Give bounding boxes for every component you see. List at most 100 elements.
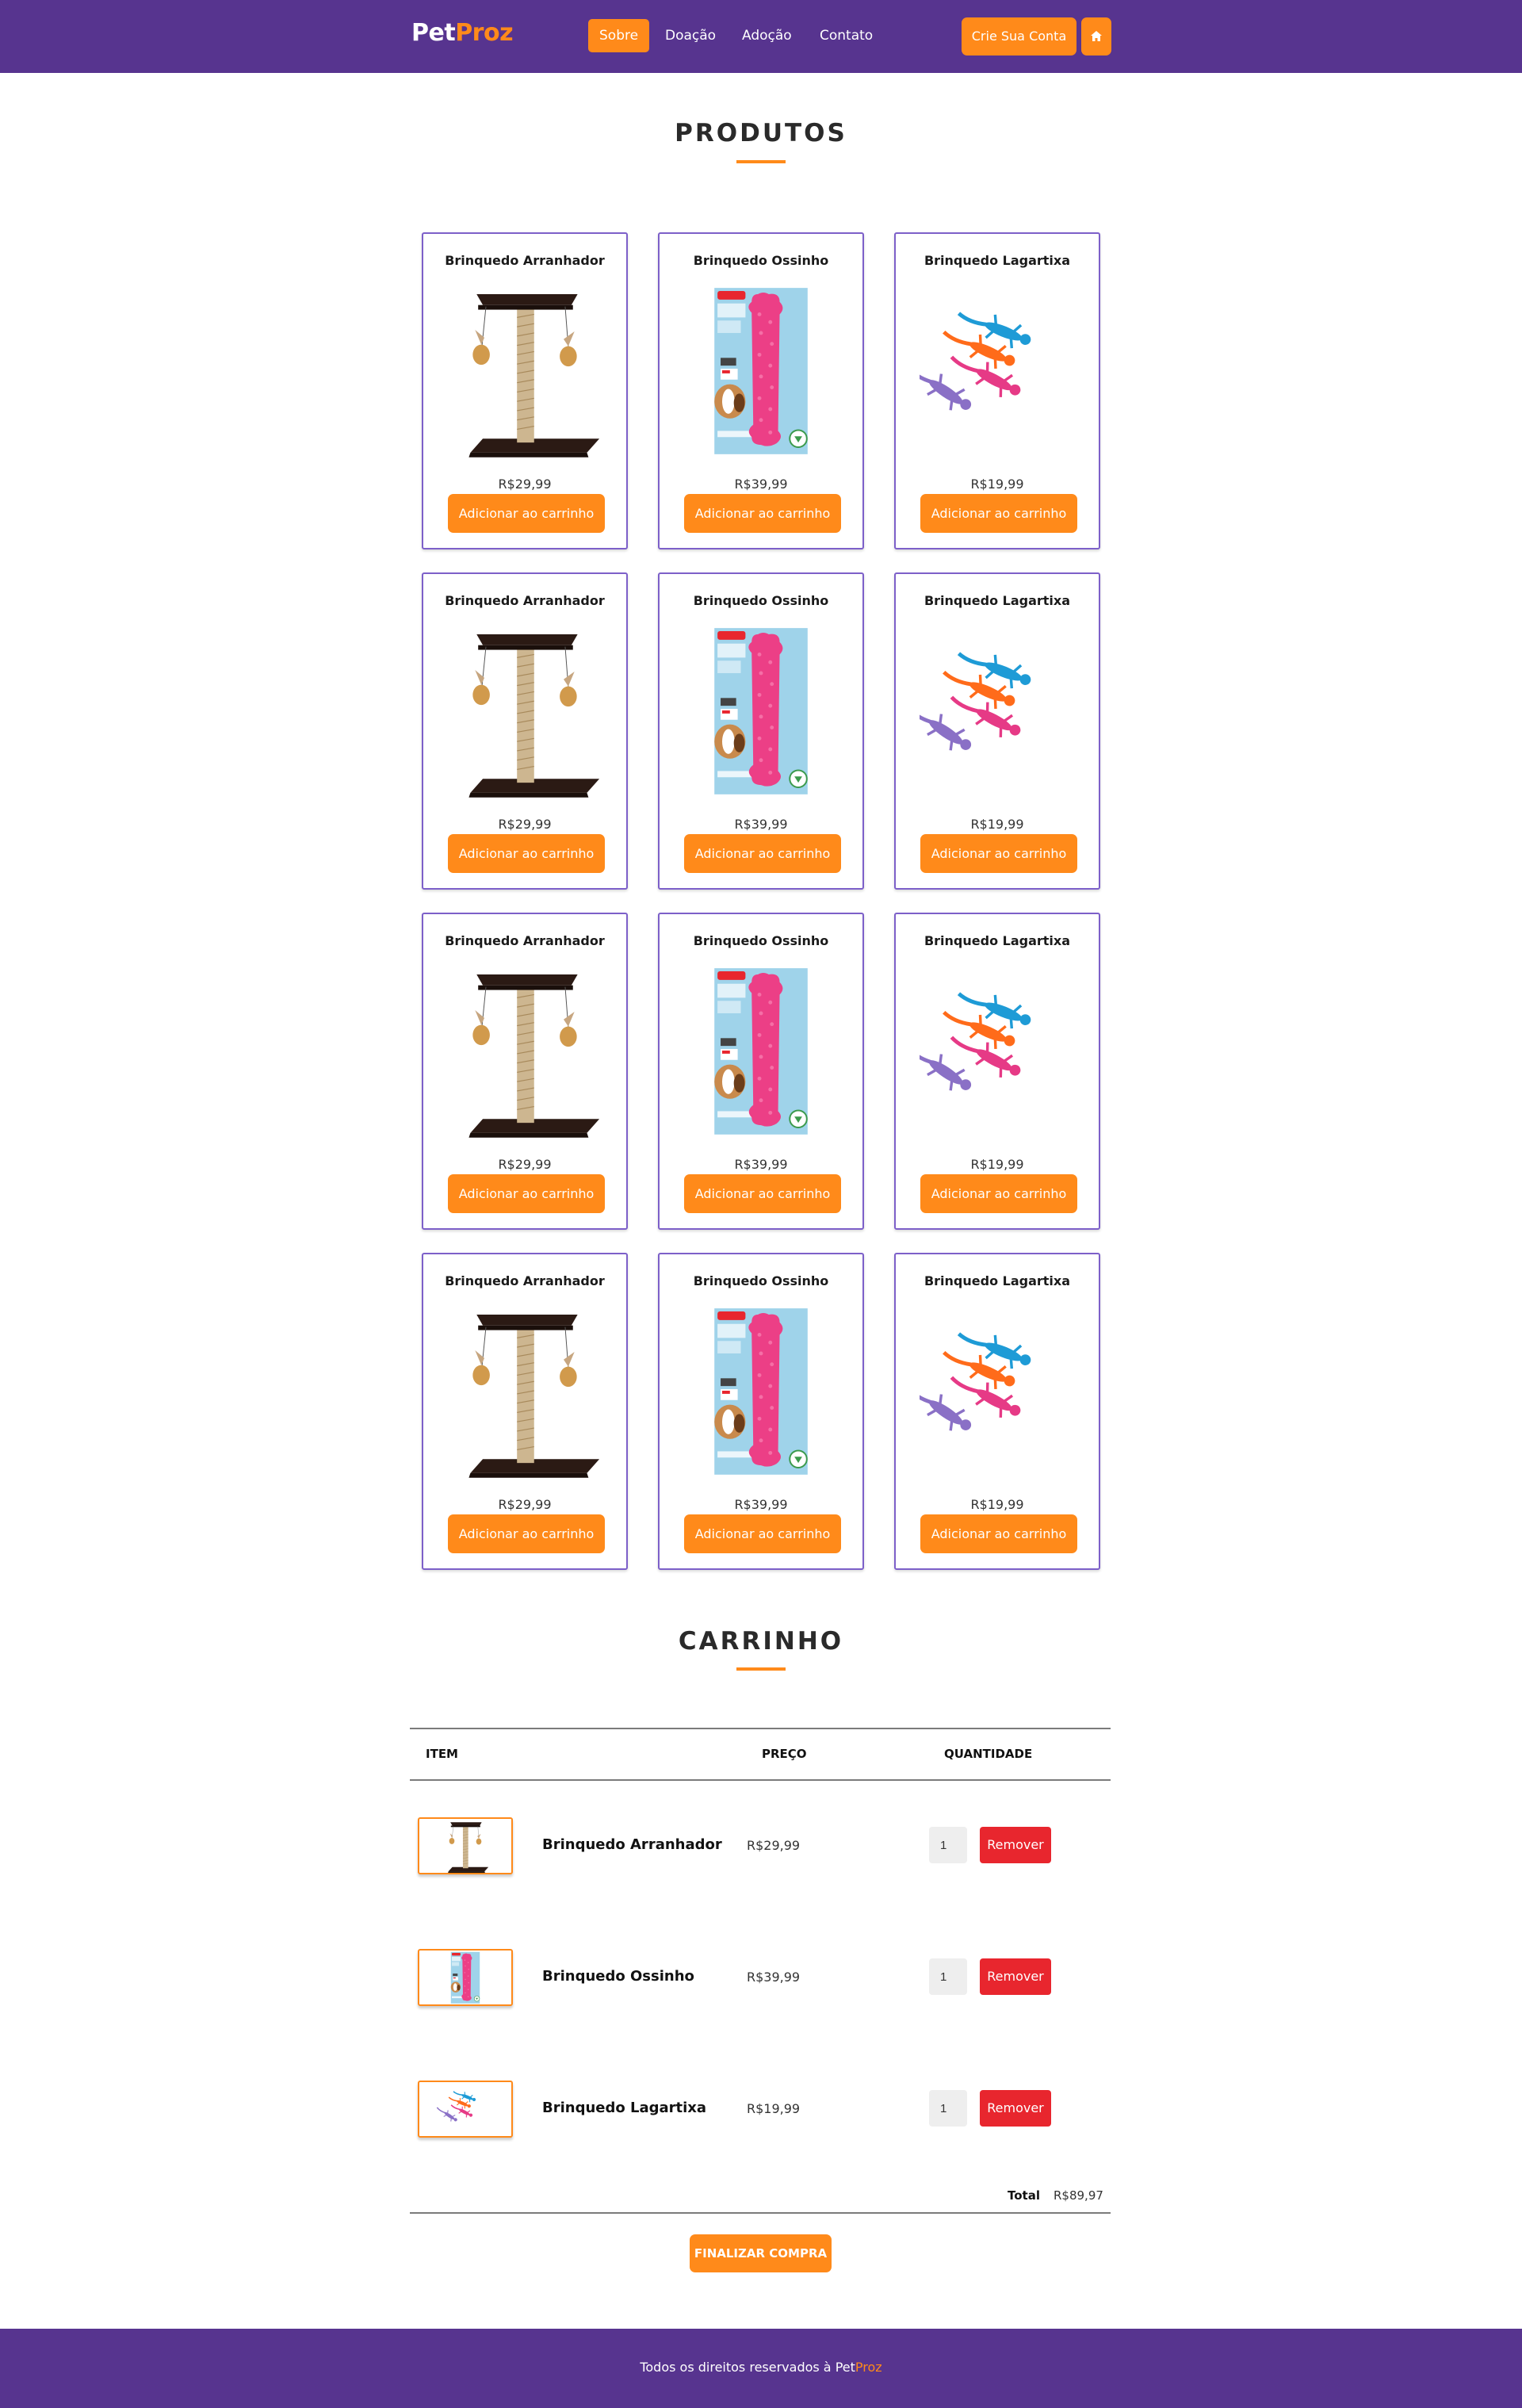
lizard-toy-image	[920, 1302, 1075, 1480]
brand-part-1: Pet	[411, 19, 456, 47]
product-name: Brinquedo Ossinho	[693, 933, 829, 948]
product-card: Brinquedo Ossinho R$39,99 Adicionar ao car…	[658, 1253, 864, 1570]
cart-total-label: Total	[1008, 2188, 1040, 2203]
footer-copyright: Todos os direitos reservados à PetProz	[0, 2360, 1522, 2375]
add-to-cart-button[interactable]: Adicionar ao carrinho	[684, 1174, 841, 1213]
product-card: Brinquedo Ossinho R$39,99 Adicionar ao car…	[658, 232, 864, 549]
bone-toy-image	[713, 1307, 809, 1476]
cat-scratcher-image	[468, 293, 600, 458]
product-card: Brinquedo Arranhador R$29,99 Adicionar ao …	[422, 572, 628, 890]
cart-item-price: R$39,99	[747, 1970, 801, 1985]
brand-part-2: Proz	[455, 19, 514, 47]
add-to-cart-button[interactable]: Adicionar ao carrinho	[920, 834, 1077, 873]
lizard-toy-image	[434, 2087, 478, 2125]
cart-total-value: R$89,97	[1054, 2188, 1103, 2203]
lizard-toy-image	[920, 281, 1075, 459]
product-price: R$19,99	[970, 1157, 1024, 1172]
footer: Todos os direitos reservados à PetProz	[0, 2329, 1522, 2408]
product-name: Brinquedo Arranhador	[445, 593, 605, 608]
product-price: R$39,99	[734, 477, 788, 492]
cart-title-underline	[736, 1667, 786, 1671]
cat-scratcher-image	[468, 974, 600, 1139]
cart-item-name: Brinquedo Ossinho	[542, 1968, 694, 1985]
product-price: R$39,99	[734, 1157, 788, 1172]
product-card: Brinquedo Arranhador R$29,99 Adicionar ao …	[422, 1253, 628, 1570]
product-grid: Brinquedo Arranhador R$29,99 Adicionar ao …	[422, 232, 1101, 1570]
home-button[interactable]	[1081, 17, 1111, 56]
lizard-toy-image	[920, 962, 1075, 1139]
add-to-cart-button[interactable]: Adicionar ao carrinho	[684, 494, 841, 533]
cart-row: Brinquedo Arranhador R$29,99 Remover	[410, 1817, 1111, 1881]
navbar: PetProz Sobre Doação Adoção Contato Crie…	[0, 0, 1522, 73]
product-price: R$39,99	[734, 817, 788, 832]
product-name: Brinquedo Lagartixa	[924, 593, 1071, 608]
product-name: Brinquedo Arranhador	[445, 1273, 605, 1288]
add-to-cart-button[interactable]: Adicionar ao carrinho	[448, 834, 605, 873]
cart-item-name: Brinquedo Lagartixa	[542, 2100, 707, 2116]
add-to-cart-button[interactable]: Adicionar ao carrinho	[920, 1174, 1077, 1213]
product-card: Brinquedo Arranhador R$29,99 Adicionar ao …	[422, 232, 628, 549]
product-price: R$19,99	[970, 817, 1024, 832]
remove-item-button[interactable]: Remover	[980, 1827, 1051, 1863]
cart-item-quantity-input[interactable]	[929, 1827, 967, 1863]
checkout-button[interactable]: FINALIZAR COMPRA	[690, 2234, 832, 2272]
cat-scratcher-image	[468, 1314, 600, 1479]
add-to-cart-button[interactable]: Adicionar ao carrinho	[448, 494, 605, 533]
product-name: Brinquedo Ossinho	[693, 593, 829, 608]
cart-item-price: R$19,99	[747, 2101, 801, 2116]
cart-row: Brinquedo Ossinho R$39,99 Remover	[410, 1949, 1111, 2012]
product-card: Brinquedo Lagartixa R$19,99 Adicionar ao c…	[894, 232, 1100, 549]
product-name: Brinquedo Lagartixa	[924, 933, 1071, 948]
product-card: Brinquedo Lagartixa R$19,99 Adicionar ao c…	[894, 913, 1100, 1230]
add-to-cart-button[interactable]: Adicionar ao carrinho	[684, 1514, 841, 1553]
cart-item-quantity-input[interactable]	[929, 1958, 967, 1995]
cat-scratcher-image	[468, 634, 600, 798]
lizard-toy-image	[920, 622, 1075, 799]
nav-link-doacao[interactable]: Doação	[654, 19, 727, 52]
product-name: Brinquedo Lagartixa	[924, 1273, 1071, 1288]
brand-logo[interactable]: PetProz	[411, 19, 514, 47]
product-name: Brinquedo Arranhador	[445, 933, 605, 948]
cart-item-thumbnail	[418, 2081, 513, 2138]
cart-header-top-rule	[410, 1728, 1111, 1729]
cart-total-rule	[410, 2212, 1111, 2214]
product-price: R$29,99	[498, 1157, 552, 1172]
add-to-cart-button[interactable]: Adicionar ao carrinho	[920, 494, 1077, 533]
cart-title: CARRINHO	[678, 1627, 844, 1656]
cat-scratcher-image	[447, 1822, 489, 1873]
product-price: R$19,99	[970, 1497, 1024, 1512]
create-account-button[interactable]: Crie Sua Conta	[962, 17, 1076, 56]
product-card: Brinquedo Arranhador R$29,99 Adicionar ao …	[422, 913, 628, 1230]
product-price: R$29,99	[498, 817, 552, 832]
products-title-underline	[736, 160, 786, 163]
add-to-cart-button[interactable]: Adicionar ao carrinho	[920, 1514, 1077, 1553]
cart-item-thumbnail	[418, 1817, 513, 1874]
nav-link-contato[interactable]: Contato	[809, 19, 884, 52]
cart-item-price: R$29,99	[747, 1838, 801, 1853]
product-card: Brinquedo Lagartixa R$19,99 Adicionar ao c…	[894, 1253, 1100, 1570]
cart-item-name: Brinquedo Arranhador	[542, 1836, 722, 1853]
footer-brand-part-2: Proz	[855, 2360, 882, 2375]
product-price: R$29,99	[498, 477, 552, 492]
footer-brand-part-1: Pet	[835, 2360, 855, 2375]
cart-item-thumbnail	[418, 1949, 513, 2006]
product-price: R$29,99	[498, 1497, 552, 1512]
product-card: Brinquedo Ossinho R$39,99 Adicionar ao car…	[658, 572, 864, 890]
cart-item-quantity-input[interactable]	[929, 2090, 967, 2127]
product-name: Brinquedo Arranhador	[445, 253, 605, 268]
nav-link-sobre[interactable]: Sobre	[588, 19, 650, 52]
footer-copyright-text: Todos os direitos reservados à	[640, 2360, 836, 2375]
cart-header-quantity: QUANTIDADE	[944, 1747, 1033, 1761]
cart-header-bottom-rule	[410, 1779, 1111, 1781]
remove-item-button[interactable]: Remover	[980, 2090, 1051, 2127]
product-price: R$39,99	[734, 1497, 788, 1512]
remove-item-button[interactable]: Remover	[980, 1958, 1051, 1995]
product-price: R$19,99	[970, 477, 1024, 492]
nav-link-adocao[interactable]: Adoção	[731, 19, 803, 52]
bone-toy-image	[713, 967, 809, 1135]
product-name: Brinquedo Lagartixa	[924, 253, 1071, 268]
add-to-cart-button[interactable]: Adicionar ao carrinho	[448, 1174, 605, 1213]
bone-toy-image	[713, 627, 809, 795]
add-to-cart-button[interactable]: Adicionar ao carrinho	[448, 1514, 605, 1553]
add-to-cart-button[interactable]: Adicionar ao carrinho	[684, 834, 841, 873]
